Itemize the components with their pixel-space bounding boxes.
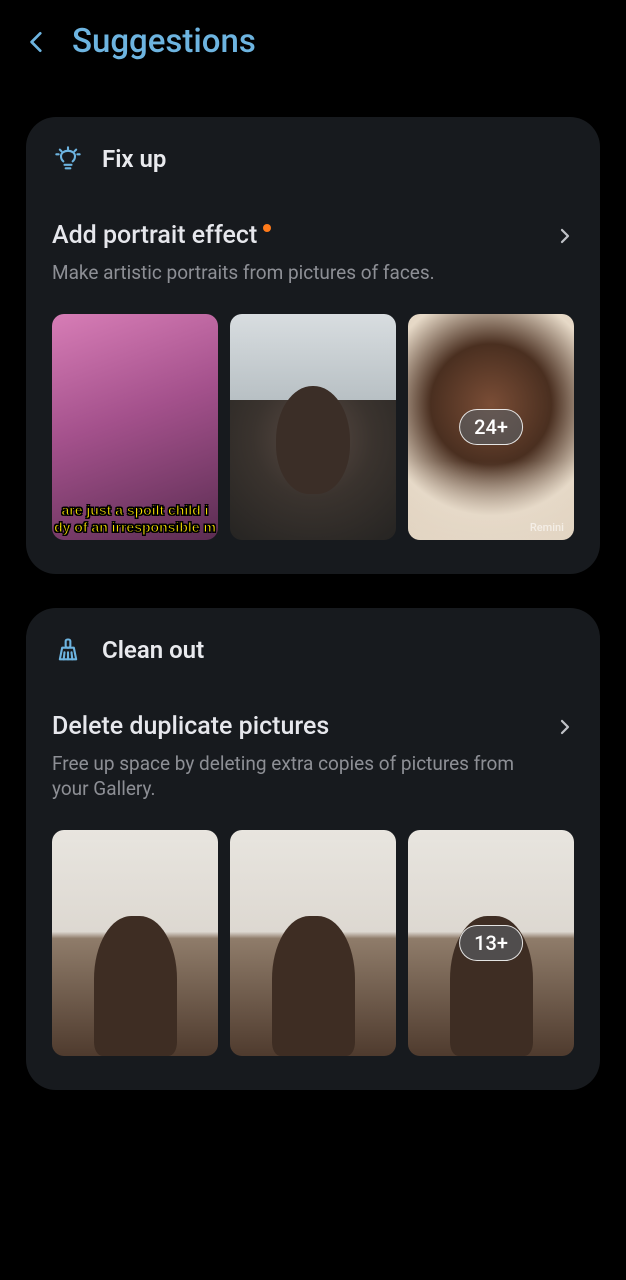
- thumbnail-image[interactable]: are just a spoilt child i dy of an irres…: [52, 314, 218, 540]
- meme-caption: are just a spoilt child i dy of an irres…: [52, 502, 218, 540]
- thumbnail-image[interactable]: [230, 314, 396, 540]
- broom-icon: [54, 636, 82, 664]
- action-desc-portrait: Make artistic portraits from pictures of…: [52, 260, 532, 286]
- chevron-right-icon: [556, 227, 574, 249]
- action-desc-duplicates: Free up space by deleting extra copies o…: [52, 751, 532, 802]
- duplicate-thumbnails: 13+: [26, 830, 600, 1056]
- action-title-duplicates: Delete duplicate pictures: [52, 712, 329, 741]
- section-title-cleanout: Clean out: [102, 636, 204, 664]
- section-header-fixup: Fix up: [26, 145, 600, 173]
- portrait-thumbnails: are just a spoilt child i dy of an irres…: [26, 314, 600, 540]
- thumbnail-image[interactable]: [52, 830, 218, 1056]
- new-indicator-dot: [263, 224, 271, 232]
- fix-up-card: Fix up Add portrait effect Make artistic…: [26, 117, 600, 574]
- watermark-label: Remini: [530, 521, 564, 534]
- back-button[interactable]: [24, 29, 50, 55]
- overflow-badge: 24+: [459, 409, 523, 445]
- overflow-badge: 13+: [459, 925, 523, 961]
- chevron-right-icon: [556, 718, 574, 740]
- thumbnail-image-more[interactable]: 13+: [408, 830, 574, 1056]
- lightbulb-icon: [54, 145, 82, 173]
- thumbnail-image[interactable]: [230, 830, 396, 1056]
- delete-duplicates-row[interactable]: Delete duplicate pictures Free up space …: [26, 712, 600, 802]
- action-title-portrait: Add portrait effect: [52, 221, 257, 250]
- clean-out-card: Clean out Delete duplicate pictures Free…: [26, 608, 600, 1090]
- section-header-cleanout: Clean out: [26, 636, 600, 664]
- section-title-fixup: Fix up: [102, 145, 166, 173]
- header: Suggestions: [0, 0, 626, 79]
- thumbnail-image-more[interactable]: 24+ Remini: [408, 314, 574, 540]
- page-title: Suggestions: [72, 22, 256, 61]
- add-portrait-effect-row[interactable]: Add portrait effect Make artistic portra…: [26, 221, 600, 286]
